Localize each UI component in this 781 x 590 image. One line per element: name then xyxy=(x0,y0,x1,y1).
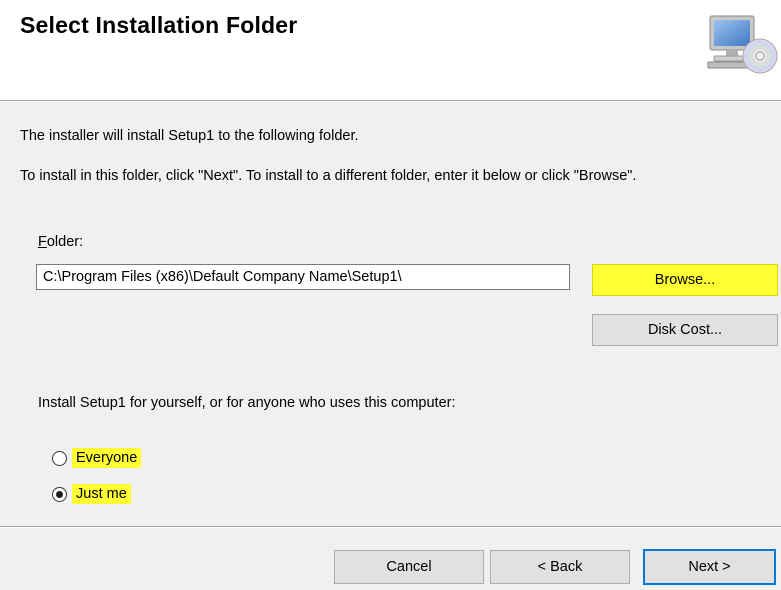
radio-selected-dot xyxy=(56,490,63,498)
folder-label: Folder: xyxy=(38,234,83,250)
dialog-header: Select Installation Folder xyxy=(0,0,781,100)
next-button[interactable]: Next > xyxy=(643,549,776,585)
header-divider-highlight xyxy=(0,101,781,102)
back-button[interactable]: < Back xyxy=(490,550,630,584)
folder-label-text: older: xyxy=(46,234,84,250)
page-title: Select Installation Folder xyxy=(20,12,298,38)
radio-just-me-label[interactable]: Just me xyxy=(72,484,131,504)
install-for-question: Install Setup1 for yourself, or for anyo… xyxy=(38,395,456,411)
browse-button[interactable]: Browse... xyxy=(592,264,778,296)
folder-path-input[interactable] xyxy=(36,264,570,290)
cancel-button[interactable]: Cancel xyxy=(334,550,484,584)
intro-text-1: The installer will install Setup1 to the… xyxy=(20,128,359,144)
radio-button-unchecked[interactable] xyxy=(52,450,67,466)
disk-cost-button[interactable]: Disk Cost... xyxy=(592,314,778,346)
intro-text-2: To install in this folder, click "Next".… xyxy=(20,168,637,184)
radio-everyone[interactable]: Everyone xyxy=(52,448,142,468)
radio-just-me[interactable]: Just me xyxy=(52,484,131,504)
folder-label-accelerator: F xyxy=(38,234,47,250)
radio-everyone-label[interactable]: Everyone xyxy=(72,448,142,468)
footer-divider-highlight xyxy=(0,527,781,528)
radio-button-checked[interactable] xyxy=(52,486,67,502)
computer-cd-icon xyxy=(706,14,778,76)
